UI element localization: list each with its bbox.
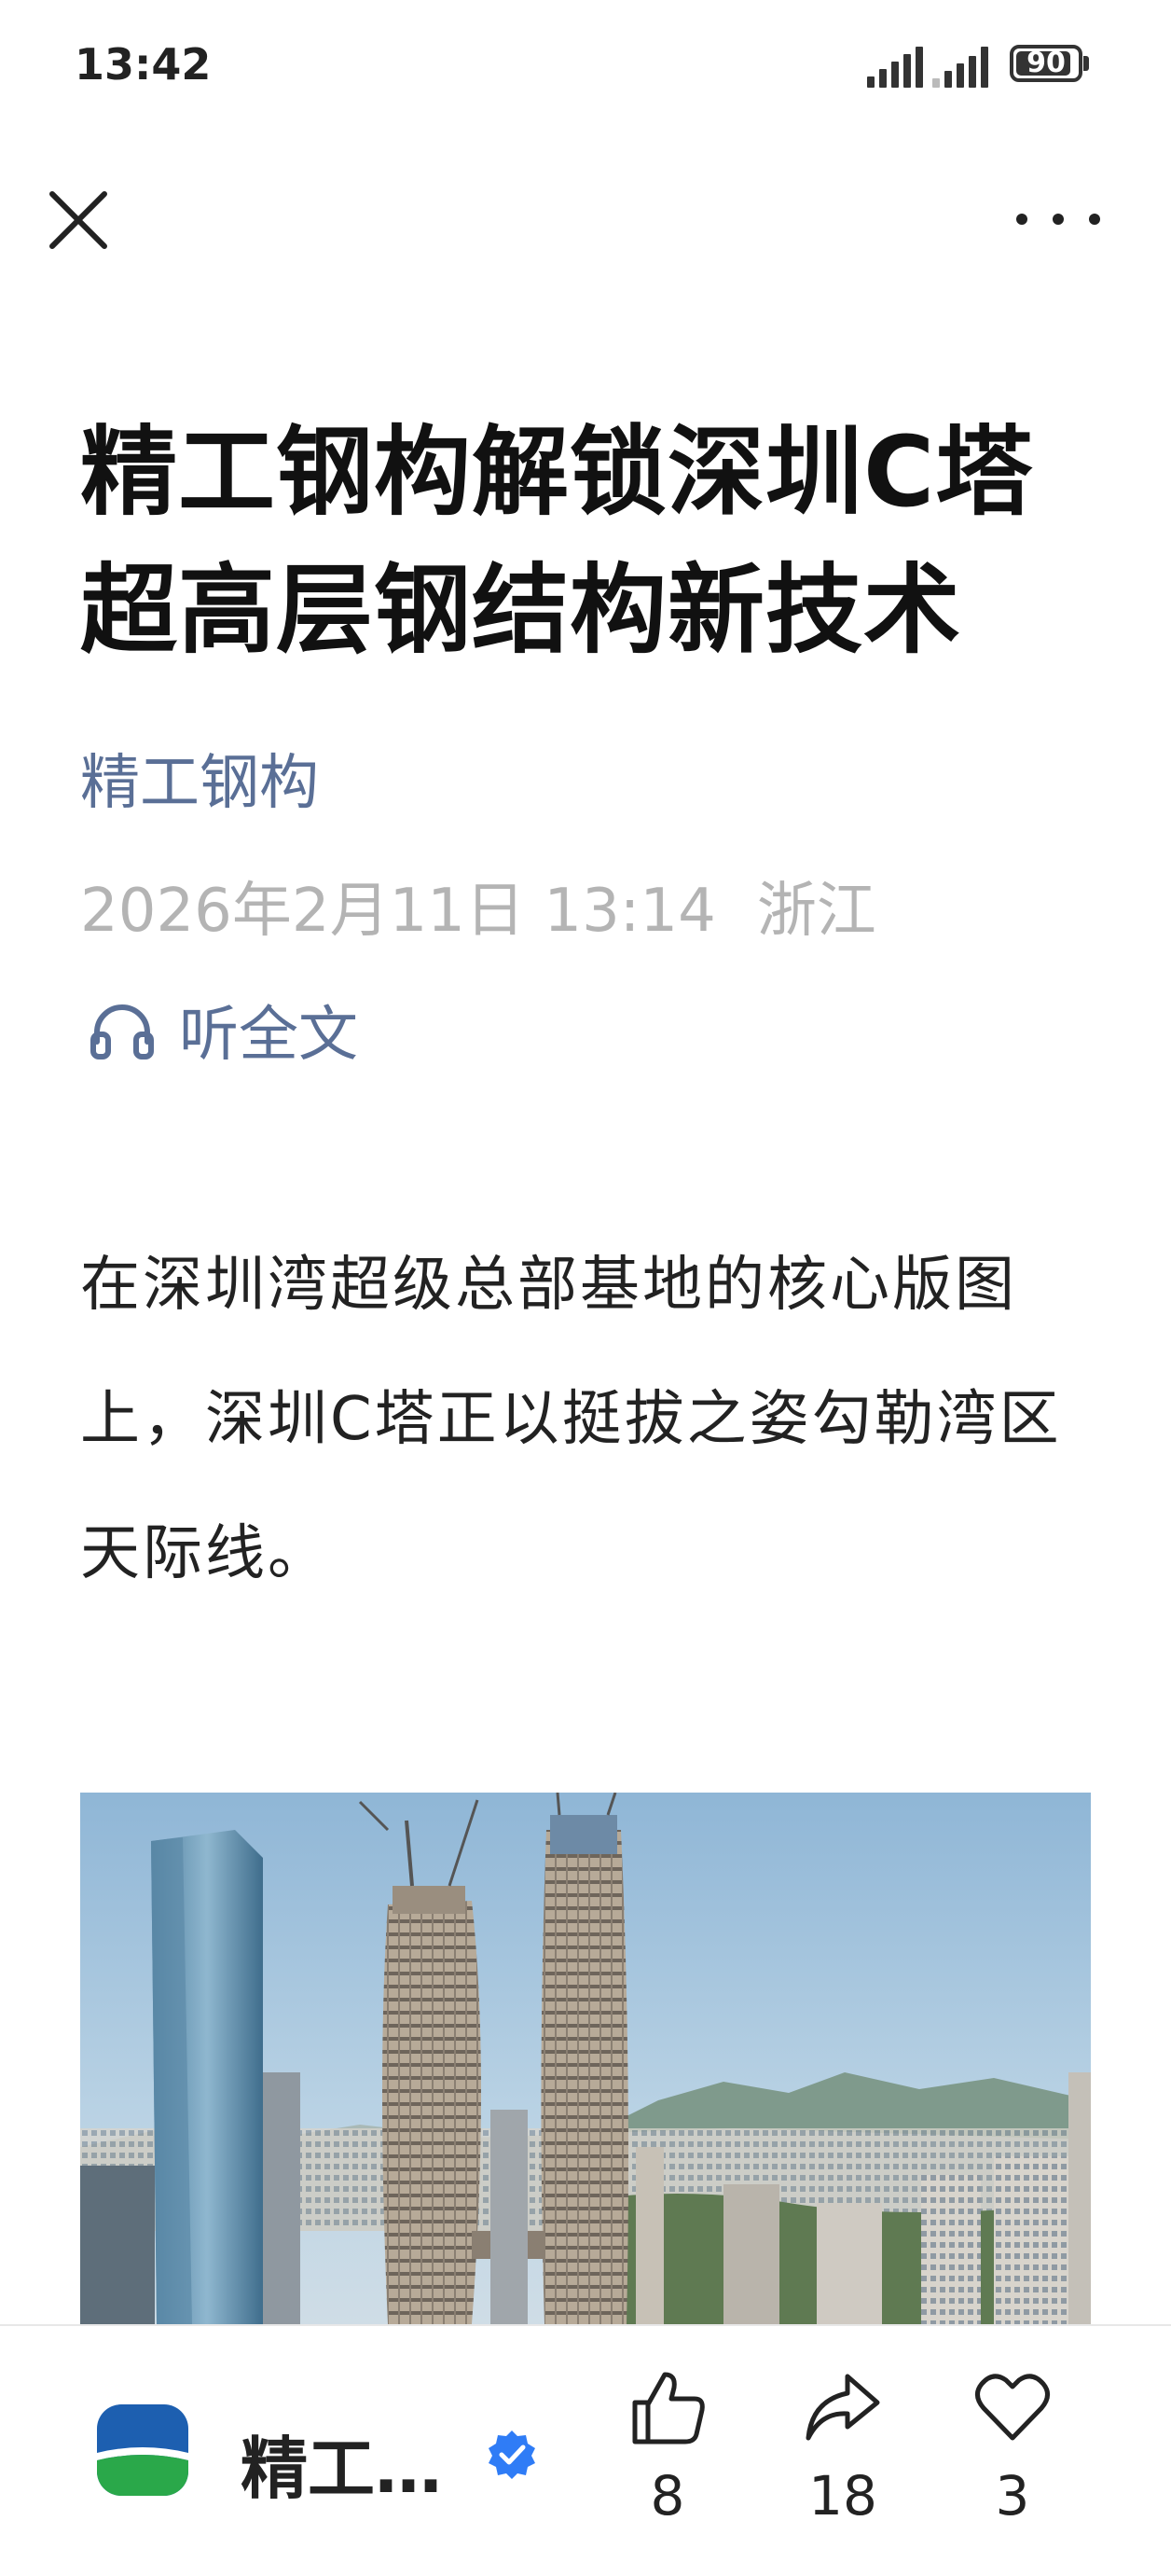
article-image[interactable] xyxy=(80,1793,1091,2324)
account-avatar[interactable] xyxy=(97,2404,188,2496)
more-button[interactable] xyxy=(1016,196,1100,242)
share-button[interactable]: 18 xyxy=(787,2367,899,2528)
article-location: 浙江 xyxy=(756,877,876,946)
heart-icon xyxy=(975,2374,1050,2441)
close-button[interactable] xyxy=(45,187,112,254)
account-name[interactable]: 精工… xyxy=(241,2414,442,2512)
headphones-icon xyxy=(90,1004,154,1059)
signal-secondary-icon xyxy=(932,47,988,88)
skyline-photo xyxy=(80,1793,1091,2324)
status-bar: 13:42 90 xyxy=(0,0,1171,140)
article-body: 在深圳湾超级总部基地的核心版图上，深圳C塔正以挺拔之姿勾勒湾区天际线。 xyxy=(80,1251,1062,1588)
more-icon-dot xyxy=(1053,214,1064,225)
article-meta: 2026年2月11日 13:14 浙江 xyxy=(80,863,876,949)
listen-button[interactable]: 听全文 xyxy=(90,987,358,1073)
like-button[interactable]: 8 xyxy=(612,2367,723,2528)
listen-label: 听全文 xyxy=(179,1001,358,1070)
more-icon-dot xyxy=(1089,214,1100,225)
thumbs-up-icon xyxy=(632,2372,705,2444)
more-icon-dot xyxy=(1016,214,1027,225)
favorite-button[interactable]: 3 xyxy=(957,2367,1068,2528)
status-time: 13:42 xyxy=(75,39,212,90)
article-author[interactable]: 精工钢构 xyxy=(80,735,319,821)
share-count: 18 xyxy=(808,2464,877,2528)
article-date: 2026年2月11日 13:14 xyxy=(80,877,716,946)
battery-cap xyxy=(1083,56,1089,71)
favorite-count: 3 xyxy=(995,2464,1030,2528)
battery-icon: 90 xyxy=(1010,45,1082,82)
article-title: 精工钢构解锁深圳C塔超高层钢结构新技术 xyxy=(80,415,1034,667)
signal-icon xyxy=(867,47,923,88)
close-icon xyxy=(49,191,107,249)
verified-badge-icon xyxy=(489,2431,535,2479)
share-icon xyxy=(806,2374,880,2441)
battery-text: 90 xyxy=(1026,47,1066,79)
like-count: 8 xyxy=(650,2464,685,2528)
account-logo xyxy=(97,2404,188,2496)
